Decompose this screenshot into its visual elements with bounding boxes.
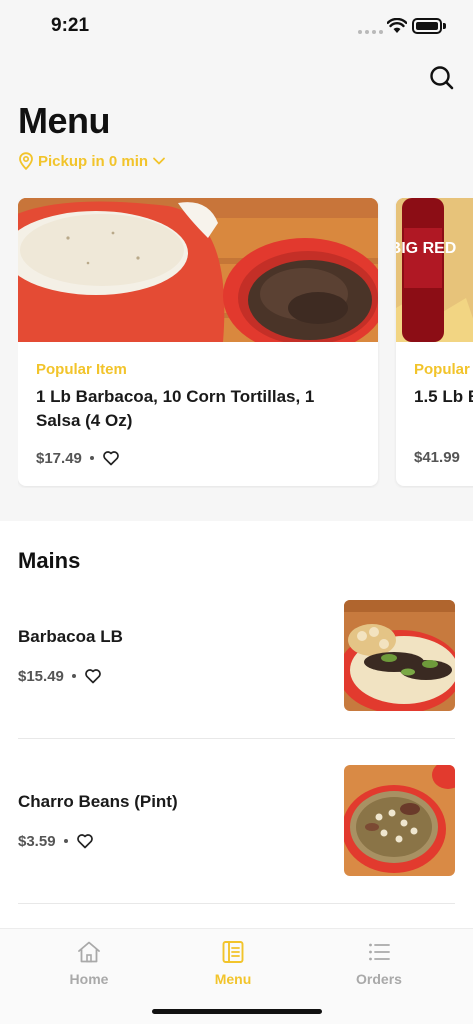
list-icon <box>369 943 390 961</box>
menu-item[interactable]: Charro Beans (Pint) $3.59 <box>18 765 455 877</box>
search-icon[interactable] <box>426 62 458 94</box>
tab-orders[interactable]: Orders <box>300 929 458 999</box>
heart-icon[interactable] <box>84 667 102 685</box>
chevron-down-icon <box>153 157 165 165</box>
home-icon <box>78 941 100 963</box>
menu-book-icon <box>222 941 244 963</box>
signal-icon <box>358 30 383 34</box>
page-title: Menu <box>18 100 111 141</box>
separator-dot <box>63 839 68 843</box>
status-time: 9:21 <box>51 15 90 36</box>
featured-item-image: BIG RED <box>396 198 473 342</box>
menu-item-price: $3.59 <box>18 832 56 850</box>
featured-tag: Popular Item <box>414 361 473 378</box>
featured-carousel[interactable]: Popular Item 1 Lb Barbacoa, 10 Corn Tort… <box>18 198 473 488</box>
separator-dot <box>71 674 76 678</box>
status-bar: 9:21 <box>0 0 473 50</box>
divider <box>18 903 455 904</box>
battery-nub <box>443 23 446 29</box>
featured-price-row: $17.49 <box>36 449 120 467</box>
svg-text:BIG RED: BIG RED <box>396 240 456 257</box>
divider <box>18 738 455 739</box>
featured-item-name: 1 Lb Barbacoa, 10 Corn Tortillas, 1 Sals… <box>36 387 315 430</box>
battery-icon <box>412 18 442 34</box>
featured-price: $17.49 <box>36 449 82 467</box>
section-title: Mains <box>18 548 81 573</box>
heart-icon[interactable] <box>102 449 120 467</box>
menu-item-image <box>344 765 455 876</box>
featured-tag: Popular Item <box>36 361 127 378</box>
wifi-icon <box>387 18 407 33</box>
menu-item-image <box>344 600 455 711</box>
menu-item[interactable]: Barbacoa LB $15.49 <box>18 600 455 712</box>
tab-menu[interactable]: Menu <box>154 929 312 999</box>
menu-item-price-row: $3.59 <box>18 832 94 850</box>
menu-item-name: Charro Beans (Pint) <box>18 792 178 811</box>
featured-price-row: $41.99 <box>414 449 460 466</box>
featured-price: $41.99 <box>414 449 460 466</box>
featured-card[interactable]: Popular Item 1 Lb Barbacoa, 10 Corn Tort… <box>18 198 378 486</box>
menu-item-price: $15.49 <box>18 667 64 685</box>
tab-label: Menu <box>214 971 252 987</box>
home-indicator <box>152 1009 322 1014</box>
separator-dot <box>89 456 94 460</box>
tab-label: Home <box>69 971 109 987</box>
pickup-selector[interactable]: Pickup in 0 min <box>18 152 166 170</box>
pickup-label: Pickup in 0 min <box>38 152 149 170</box>
featured-card[interactable]: BIG RED Popular Item 1.5 Lb Barbacoa (1 … <box>396 198 473 486</box>
menu-item-name: Barbacoa LB <box>18 627 123 646</box>
tab-label: Orders <box>356 971 402 987</box>
menu-item-price-row: $15.49 <box>18 667 102 685</box>
heart-icon[interactable] <box>76 832 94 850</box>
location-pin-icon <box>19 152 33 170</box>
featured-item-name: 1.5 Lb Barbacoa (1 Dozen <box>414 387 473 406</box>
tab-home[interactable]: Home <box>10 929 168 999</box>
featured-item-image <box>18 198 378 342</box>
